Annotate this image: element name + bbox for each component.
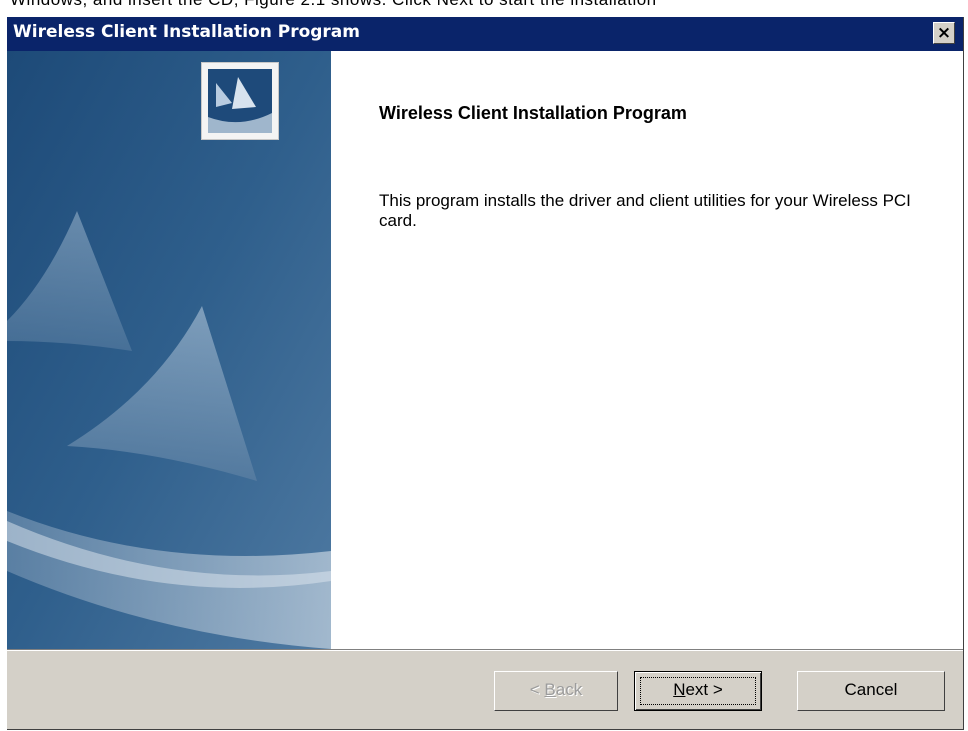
side-banner [7, 51, 331, 649]
back-button[interactable]: < Back [494, 671, 618, 711]
background-text: Windows, and insert the CD; Figure 2.1 s… [10, 0, 657, 10]
description-text: This program installs the driver and cli… [379, 191, 911, 230]
back-mnemonic: B [544, 680, 556, 699]
divider-highlight [7, 650, 963, 651]
next-mnemonic: N [673, 680, 686, 699]
next-button[interactable]: Next > [634, 671, 762, 711]
window-title: Wireless Client Installation Program [13, 22, 360, 42]
close-button[interactable]: × [933, 22, 955, 44]
cancel-button[interactable]: Cancel [797, 671, 945, 711]
background-text-strip: Windows, and insert the CD; Figure 2.1 s… [0, 0, 968, 16]
installer-dialog: Wireless Client Installation Program × W… [6, 16, 963, 729]
close-icon: × [936, 23, 952, 43]
title-bar[interactable]: Wireless Client Installation Program × [7, 17, 963, 51]
next-label-rest: ext > [685, 680, 723, 699]
page-title: Wireless Client Installation Program [379, 103, 687, 123]
setup-logo-icon [201, 62, 279, 140]
back-label-rest: ack [555, 680, 583, 699]
back-prefix: < [529, 680, 545, 699]
sail-arch-graphic [7, 51, 331, 649]
